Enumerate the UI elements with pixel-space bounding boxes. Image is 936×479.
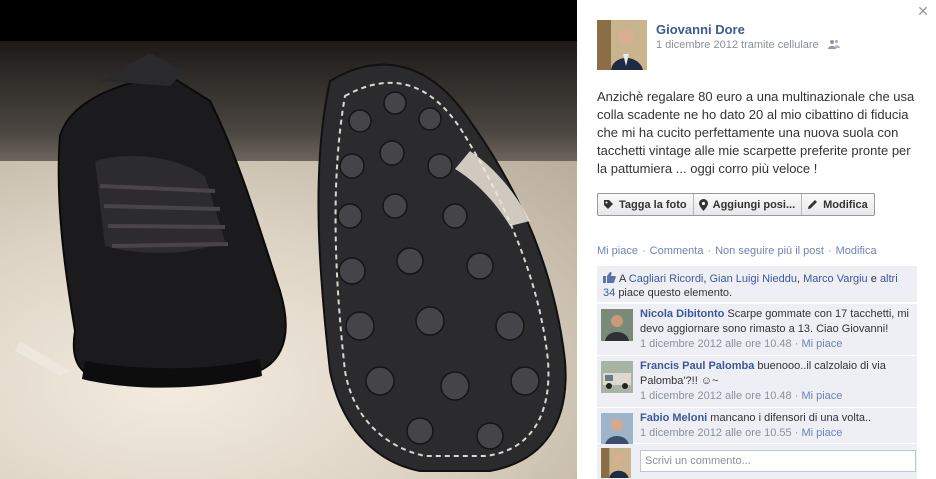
author-avatar[interactable] — [597, 20, 647, 70]
photo-action-bar: Tagga la foto Aggiungi posi... Modifica — [597, 193, 875, 216]
thumbs-up-icon — [603, 271, 616, 284]
commenter-avatar[interactable] — [601, 413, 633, 445]
separator: · — [707, 245, 712, 257]
post-photo[interactable] — [0, 41, 577, 479]
likes-summary: A Cagliari Ricordi, Gian Luigi Nieddu, M… — [597, 266, 917, 302]
comment-time[interactable]: 1 dicembre 2012 alle ore 10.55 — [640, 427, 792, 439]
commenter-name[interactable]: Francis Paul Palomba — [640, 360, 754, 372]
commenter-avatar[interactable] — [601, 361, 633, 393]
post-text: Anzichè regalare 80 euro a una multinazi… — [597, 89, 915, 176]
comment-like-link[interactable]: Mi piace — [801, 338, 842, 350]
likes-and: e — [870, 273, 877, 285]
post-panel: ✕ Giovanni Dore 1 dicembre 2012 tramite … — [577, 0, 936, 479]
tag-photo-label: Tagga la foto — [619, 198, 687, 211]
post-date[interactable]: 1 dicembre 2012 — [656, 39, 738, 51]
separator: · — [641, 245, 646, 257]
author-name[interactable]: Giovanni Dore — [656, 22, 745, 37]
edit-photo-button[interactable]: Modifica — [802, 194, 874, 215]
comment-text: mancano i difensori di una volta.. — [710, 412, 872, 424]
commenter-avatar[interactable] — [601, 309, 633, 341]
comment-item: Nicola Dibitonto Scarpe gommate con 17 t… — [597, 303, 917, 355]
friends-icon[interactable] — [827, 39, 840, 49]
edit-photo-label: Modifica — [823, 198, 868, 211]
comment-input[interactable] — [640, 450, 916, 472]
photo-stage — [0, 0, 577, 479]
commenter-name[interactable]: Nicola Dibitonto — [640, 308, 724, 320]
like-person-link[interactable]: Marco Vargiu — [803, 273, 868, 285]
comment-list: Nicola Dibitonto Scarpe gommate con 17 t… — [597, 303, 917, 445]
like-person-link[interactable]: Gian Luigi Nieddu — [710, 273, 797, 285]
post-author: Giovanni Dore 1 dicembre 2012 tramite ce… — [597, 20, 917, 70]
comment-like-link[interactable]: Mi piace — [801, 390, 842, 402]
comment-time[interactable]: 1 dicembre 2012 alle ore 10.48 — [640, 338, 792, 350]
tag-icon — [604, 200, 613, 209]
add-location-button[interactable]: Aggiungi posi... — [694, 194, 803, 215]
add-location-label: Aggiungi posi... — [712, 198, 796, 211]
like-link[interactable]: Mi piace — [597, 245, 638, 257]
post-via: tramite cellulare — [741, 39, 819, 51]
post-actions: Mi piace · Commenta · Non seguire più il pos… — [597, 245, 877, 257]
edit-post-link[interactable]: Modifica — [836, 245, 877, 257]
likes-prefix: A — [619, 273, 626, 285]
comment-time[interactable]: 1 dicembre 2012 alle ore 10.48 — [640, 390, 792, 402]
unfollow-link[interactable]: Non seguire più il post — [715, 245, 824, 257]
location-pin-icon — [698, 198, 708, 211]
pencil-icon — [808, 200, 818, 209]
post-meta: 1 dicembre 2012 tramite cellulare — [656, 39, 840, 51]
like-person-link[interactable]: Cagliari Ricordi — [629, 273, 704, 285]
shoes-illustration — [15, 53, 567, 472]
comment-like-link[interactable]: Mi piace — [801, 427, 842, 439]
commenter-name[interactable]: Fabio Meloni — [640, 412, 707, 424]
comment-item: Fabio Meloni mancano i difensori di una … — [597, 407, 917, 445]
comment-item: Francis Paul Palomba buenooo..il calzola… — [597, 355, 917, 407]
tag-photo-button[interactable]: Tagga la foto — [598, 194, 694, 215]
close-icon[interactable]: ✕ — [916, 4, 930, 18]
likes-suffix: piace questo elemento. — [618, 287, 733, 299]
separator: · — [827, 245, 832, 257]
composer-avatar — [601, 448, 631, 478]
comment-composer — [597, 444, 917, 479]
comment-link[interactable]: Commenta — [650, 245, 704, 257]
